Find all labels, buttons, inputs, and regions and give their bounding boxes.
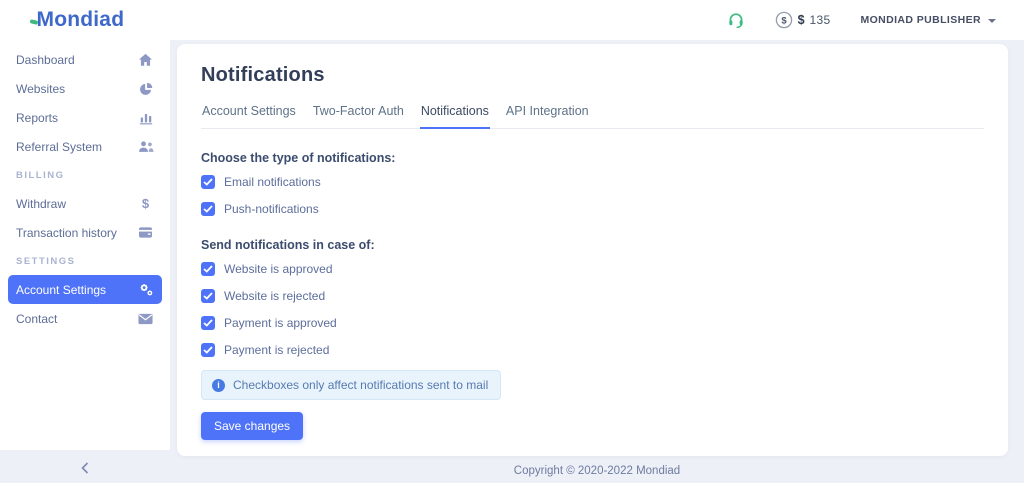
sidebar-item-account-settings[interactable]: Account Settings [8,275,162,304]
balance-amount: 135 [810,13,831,27]
chevron-left-icon [81,462,89,474]
sidebar-collapse-button[interactable] [0,456,170,480]
logo-green-accent-icon [30,19,39,24]
checkbox-label[interactable]: Website is approved [224,262,333,276]
account-menu[interactable]: MONDIAD PUBLISHER [860,14,996,26]
notification-type-heading: Choose the type of notifications: [201,151,984,165]
checkbox-label[interactable]: Payment is rejected [224,343,329,357]
support-headset-icon[interactable] [727,11,745,29]
sidebar-item-label: Withdraw [16,197,66,211]
checkbox-label[interactable]: Email notifications [224,175,321,189]
checkbox-row-website-rejected: Website is rejected [201,289,984,303]
check-icon [203,178,213,186]
sidebar-item-dashboard[interactable]: Dashboard [8,45,162,74]
tab-notifications[interactable]: Notifications [420,104,490,129]
sidebar-item-transaction-history[interactable]: Transaction history [8,218,162,247]
logo-text: Mondiad [37,8,125,32]
checkbox-label[interactable]: Push-notifications [224,202,319,216]
bar-chart-icon [137,111,154,125]
notification-case-heading: Send notifications in case of: [201,238,984,252]
payment-approved-checkbox[interactable] [201,316,215,330]
envelope-icon [137,313,154,325]
dollar-icon: $ [137,196,154,211]
wallet-icon [137,226,154,239]
info-alert: i Checkboxes only affect notifications s… [201,370,501,400]
check-icon [203,319,213,327]
check-icon [203,346,213,354]
account-balance[interactable]: $ $135 [775,11,831,29]
main-content-card: Notifications Account Settings Two-Facto… [177,44,1008,456]
sidebar-item-withdraw[interactable]: Withdraw $ [8,189,162,218]
checkbox-label[interactable]: Website is rejected [224,289,325,303]
svg-text:$: $ [781,16,787,27]
balance-currency: $ [798,13,805,27]
sidebar: Dashboard Websites Reports Refer [0,40,170,450]
sidebar-item-label: Referral System [16,140,102,154]
account-menu-label: MONDIAD PUBLISHER [860,14,981,26]
checkbox-row-payment-rejected: Payment is rejected [201,343,984,357]
sidebar-section-settings: SETTINGS [0,247,170,275]
sidebar-item-label: Reports [16,111,58,125]
checkbox-row-email-notifications: Email notifications [201,175,984,189]
check-icon [203,205,213,213]
sidebar-item-contact[interactable]: Contact [8,304,162,333]
info-icon: i [212,379,225,392]
checkbox-row-payment-approved: Payment is approved [201,316,984,330]
website-rejected-checkbox[interactable] [201,289,215,303]
dollar-circle-icon: $ [775,11,793,29]
sidebar-item-label: Dashboard [16,53,75,67]
sidebar-item-referral-system[interactable]: Referral System [8,132,162,161]
users-icon [137,140,154,153]
top-header: Mondiad $ $135 MONDIAD PUBLISHER [0,0,1024,40]
sidebar-item-reports[interactable]: Reports [8,103,162,132]
home-icon [137,53,154,67]
website-approved-checkbox[interactable] [201,262,215,276]
info-alert-text: Checkboxes only affect notifications sen… [233,378,488,392]
tab-api-integration[interactable]: API Integration [505,104,590,129]
payment-rejected-checkbox[interactable] [201,343,215,357]
checkbox-row-push-notifications: Push-notifications [201,202,984,216]
settings-tabs: Account Settings Two-Factor Auth Notific… [201,104,984,129]
checkbox-label[interactable]: Payment is approved [224,316,337,330]
page-title: Notifications [201,64,984,87]
sidebar-section-billing: BILLING [0,161,170,189]
pie-chart-icon [137,82,154,96]
cogs-icon [137,282,154,297]
check-icon [203,265,213,273]
tab-account-settings[interactable]: Account Settings [201,104,297,129]
chevron-down-icon [988,19,996,23]
sidebar-item-label: Transaction history [16,226,117,240]
save-changes-button[interactable]: Save changes [201,412,303,440]
tab-two-factor-auth[interactable]: Two-Factor Auth [312,104,405,129]
check-icon [203,292,213,300]
header-actions: $ $135 MONDIAD PUBLISHER [727,11,996,29]
push-notifications-checkbox[interactable] [201,202,215,216]
sidebar-item-label: Contact [16,312,57,326]
sidebar-item-label: Websites [16,82,65,96]
sidebar-item-websites[interactable]: Websites [8,74,162,103]
mondiad-logo[interactable]: Mondiad [30,8,124,32]
footer-copyright: Copyright © 2020-2022 Mondiad [170,465,1024,477]
email-notifications-checkbox[interactable] [201,175,215,189]
sidebar-item-label: Account Settings [16,283,106,297]
checkbox-row-website-approved: Website is approved [201,262,984,276]
